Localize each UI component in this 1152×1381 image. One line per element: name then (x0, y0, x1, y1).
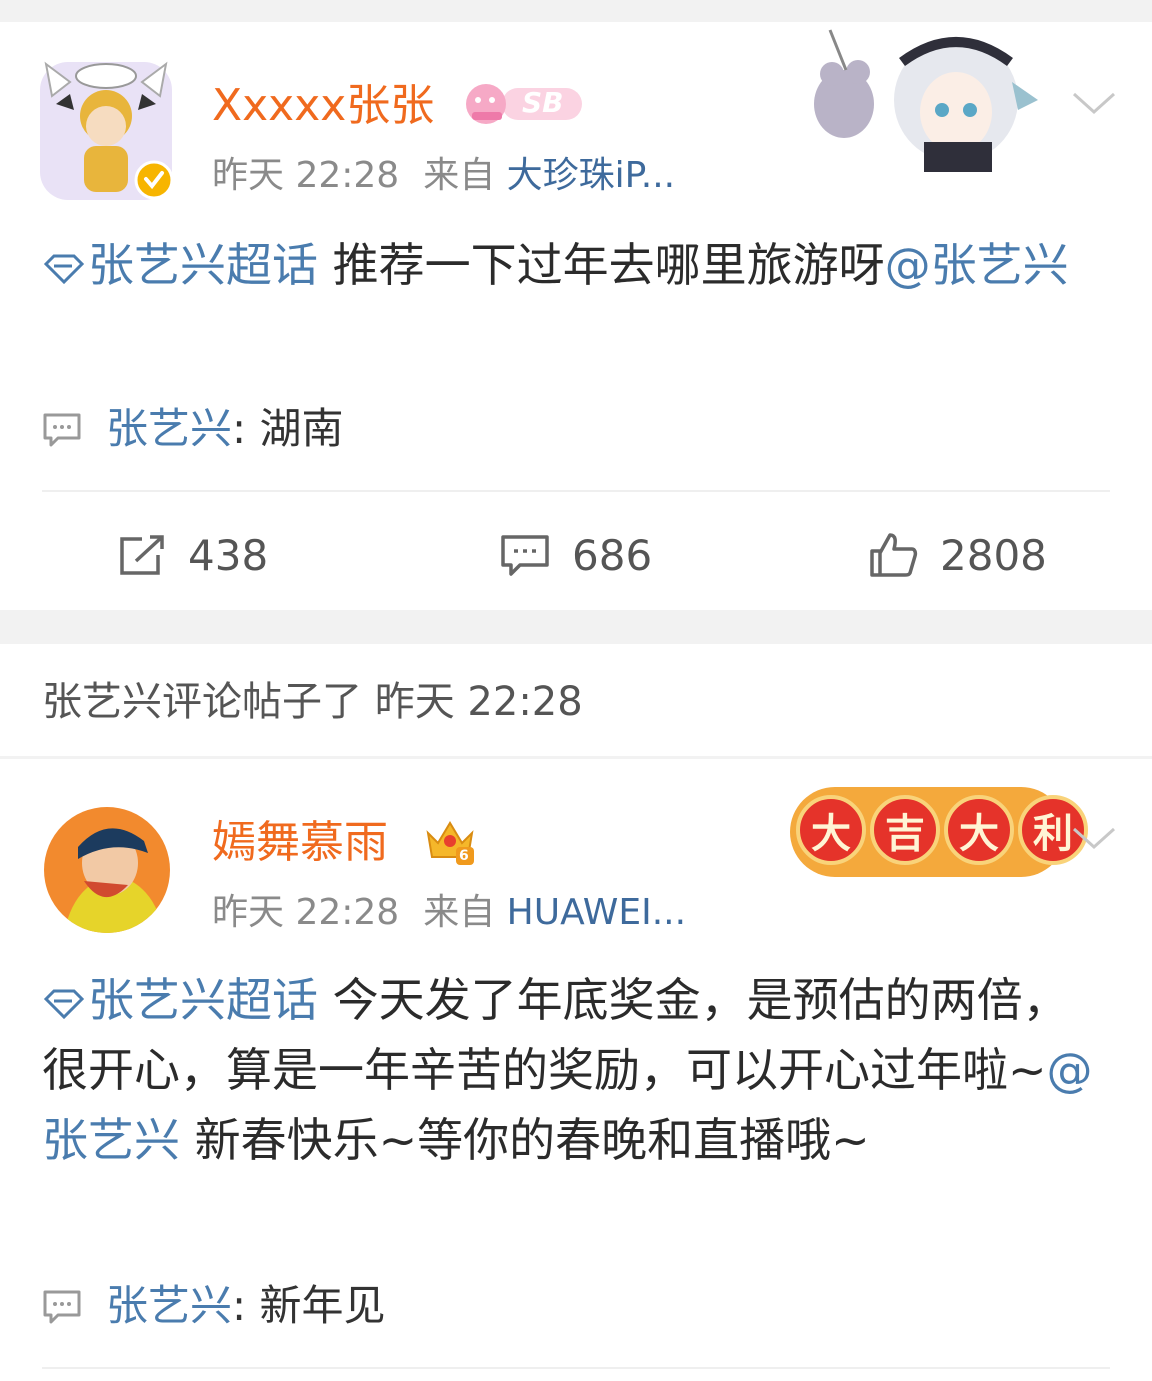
comment-author[interactable]: 张艺兴 (106, 1281, 232, 1330)
post-source[interactable]: 大珍珠iP... (507, 155, 675, 196)
topic-diamond-icon (43, 254, 85, 284)
divider (42, 1367, 1110, 1369)
notice-text: 张艺兴评论帖子了 昨天 22:28 (42, 679, 583, 725)
chevron-down-icon[interactable] (1070, 88, 1118, 122)
badge-label: SB (522, 86, 564, 119)
comment-button[interactable]: 686 (500, 530, 652, 580)
hot-comment[interactable]: 张艺兴: 湖南 (106, 408, 344, 450)
chevron-down-icon[interactable] (1070, 823, 1118, 857)
comment-count: 686 (572, 530, 653, 580)
post-content: 张艺兴超话 推荐一下过年去哪里旅游呀@张艺兴 (42, 230, 1102, 300)
post-card-2[interactable]: 嫣舞慕雨 6 大 吉 大 利 昨天 22:28 来自 HUAWEI... 张艺兴超… (0, 759, 1152, 1381)
post-source[interactable]: HUAWEI... (507, 892, 686, 933)
post-text: 推荐一下过年去哪里旅游呀 (318, 238, 885, 292)
level-number: 6 (459, 848, 469, 864)
topic-link[interactable]: 张艺兴超话 (42, 973, 318, 1027)
repost-icon (120, 535, 164, 575)
comment-bubble-icon (42, 412, 82, 452)
fortune-char: 吉 (870, 795, 940, 865)
comment-bubble-icon (42, 1289, 82, 1329)
post-time: 昨天 22:28 (212, 892, 400, 933)
post-meta: 昨天 22:28 来自 大珍珠iP... (212, 158, 675, 194)
from-label: 来自 (423, 155, 496, 196)
like-icon (870, 533, 918, 577)
post-card-1[interactable]: Xxxxx张张 SB 昨天 22:28 来自 大珍珠iP... 张艺兴超话 推荐… (0, 22, 1152, 610)
avatar[interactable] (44, 807, 170, 933)
top-separator (0, 0, 1152, 22)
post-content: 张艺兴超话 今天发了年底奖金，是预估的两倍，很开心，算是一年辛苦的奖励，可以开心… (42, 965, 1110, 1175)
fortune-char: 大 (944, 795, 1014, 865)
repost-button[interactable]: 438 (118, 530, 268, 580)
divider (42, 490, 1110, 492)
username[interactable]: Xxxxx张张 (212, 84, 434, 128)
comment-text: 新年见 (259, 1281, 386, 1330)
mention-link[interactable]: @张艺兴 (885, 238, 1069, 292)
comment-author[interactable]: 张艺兴 (106, 404, 232, 453)
section-separator (0, 610, 1152, 644)
post-time: 昨天 22:28 (212, 155, 400, 196)
fortune-char: 大 (796, 795, 866, 865)
post-text-after: 新春快乐~等你的春晚和直播哦~ (180, 1113, 870, 1167)
topic-diamond-icon (43, 989, 85, 1019)
comment-text: 湖南 (259, 404, 344, 453)
like-button[interactable]: 2808 (868, 530, 1047, 580)
hot-comment[interactable]: 张艺兴: 新年见 (106, 1285, 386, 1327)
topic-link[interactable]: 张艺兴超话 (42, 238, 318, 292)
fortune-decoration: 大 吉 大 利 (790, 787, 1088, 877)
from-label: 来自 (423, 892, 496, 933)
username[interactable]: 嫣舞慕雨 (212, 821, 388, 865)
like-count: 2808 (940, 530, 1047, 580)
verified-badge-icon (134, 160, 174, 204)
repost-count: 438 (188, 530, 269, 580)
header-decoration (806, 22, 1066, 176)
post-meta: 昨天 22:28 来自 HUAWEI... (212, 895, 686, 931)
comment-icon (501, 535, 549, 576)
